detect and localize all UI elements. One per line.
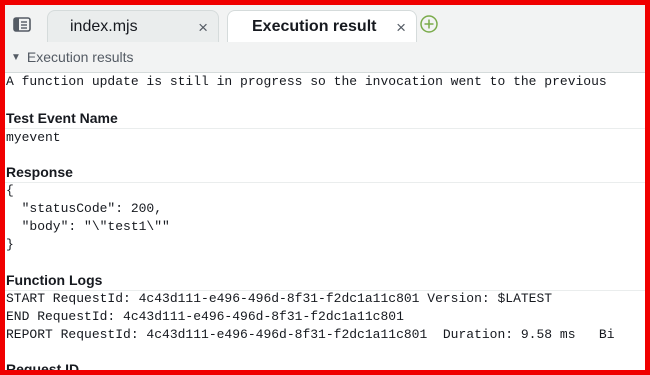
execution-results-panel: ▼ Execution results A function update is…: [5, 42, 645, 370]
tab-index-mjs[interactable]: index.mjs ×: [47, 10, 219, 43]
tab-execution-results[interactable]: Execution results ×: [227, 10, 417, 44]
test-event-value: myevent: [6, 130, 61, 145]
log-line: REPORT RequestId: 4c43d111-e496-496d-8f3…: [6, 327, 615, 342]
editor-tab-bar: index.mjs × Execution results ×: [5, 5, 645, 44]
response-line: "body": "\"test1\"": [6, 219, 170, 234]
divider: [5, 128, 645, 129]
add-tab-icon[interactable]: [420, 15, 438, 33]
caret-down-icon[interactable]: ▼: [11, 52, 21, 63]
response-line: }: [6, 237, 14, 252]
divider: [5, 182, 645, 183]
response-line: "statusCode": 200,: [6, 201, 163, 216]
log-line: END RequestId: 4c43d111-e496-496d-8f31-f…: [6, 309, 404, 324]
request-id-heading: Request ID: [6, 361, 80, 370]
function-logs-heading: Function Logs: [6, 272, 103, 288]
section-header[interactable]: ▼ Execution results: [5, 42, 645, 73]
section-title: Execution results: [26, 49, 134, 65]
close-icon[interactable]: ×: [198, 18, 208, 38]
tab-label: index.mjs: [70, 18, 138, 35]
response-line: {: [6, 183, 14, 198]
response-heading: Response: [6, 164, 73, 180]
tab-label: Execution results: [252, 18, 377, 35]
close-icon[interactable]: ×: [396, 18, 406, 38]
notice-text: A function update is still in progress s…: [6, 74, 607, 89]
log-line: START RequestId: 4c43d111-e496-496d-8f31…: [6, 291, 553, 306]
panel-toggle-icon[interactable]: [11, 14, 33, 34]
test-event-heading: Test Event Name: [6, 110, 118, 126]
